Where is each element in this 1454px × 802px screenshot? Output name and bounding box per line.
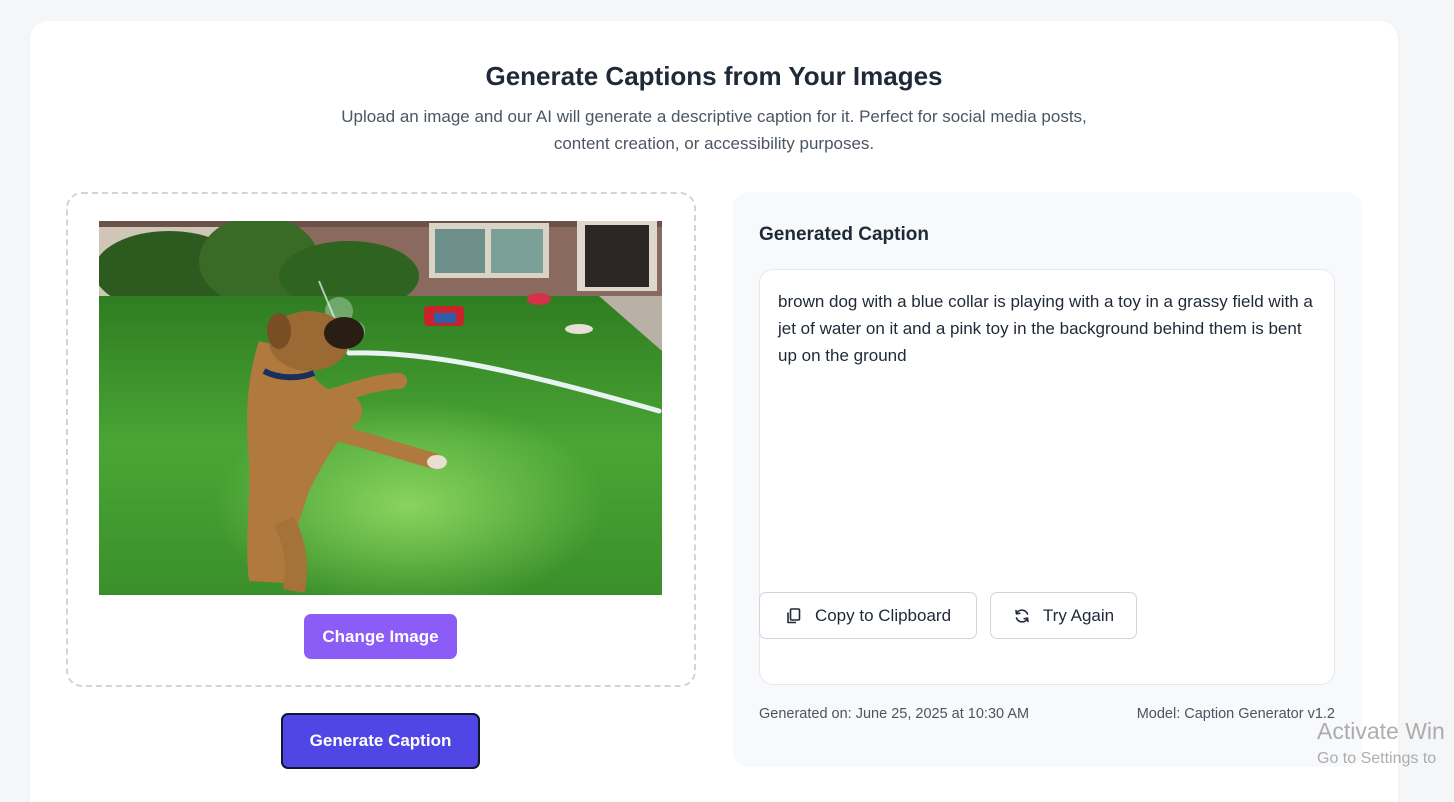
- refresh-icon: [1013, 607, 1031, 625]
- page-subtitle: Upload an image and our AI will generate…: [341, 107, 1087, 153]
- watermark-subtitle: Go to Settings to: [1317, 750, 1437, 767]
- change-image-button[interactable]: Change Image: [304, 614, 457, 659]
- dog-photo: [99, 221, 662, 595]
- copy-to-clipboard-button[interactable]: Copy to Clipboard: [759, 592, 977, 639]
- uploaded-image-preview: [99, 221, 662, 595]
- activation-watermark: Activate Win Go to Settings to: [1317, 717, 1445, 770]
- generated-date: Generated on: June 25, 2025 at 10:30 AM: [759, 706, 1030, 722]
- generate-caption-button[interactable]: Generate Caption: [281, 713, 480, 769]
- copy-icon: [785, 607, 803, 625]
- image-upload-zone[interactable]: Change Image: [66, 192, 696, 687]
- model-name: Model: Caption Generator v1.2: [1136, 706, 1335, 722]
- copy-label: Copy to Clipboard: [814, 605, 952, 625]
- result-heading: Generated Caption: [759, 224, 929, 245]
- main-card: Generate Captions from Your Images Uploa…: [30, 21, 1398, 802]
- caption-result-panel: Generated Caption brown dog with a blue …: [733, 192, 1362, 767]
- watermark-title: Activate Win: [1317, 718, 1445, 744]
- page-title: Generate Captions from Your Images: [485, 61, 943, 91]
- try-again-button[interactable]: Try Again: [990, 592, 1137, 639]
- try-again-label: Try Again: [1042, 605, 1115, 625]
